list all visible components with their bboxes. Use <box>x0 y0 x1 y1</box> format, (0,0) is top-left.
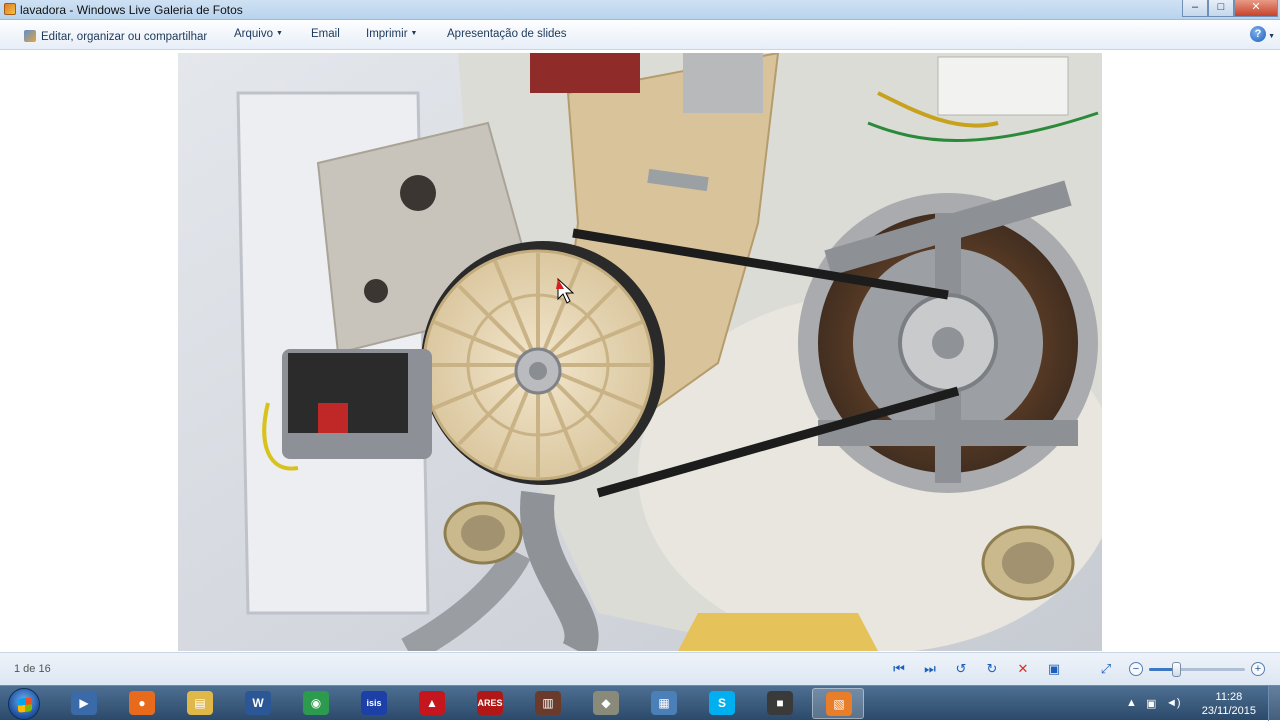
edit-icon <box>24 30 36 42</box>
chevron-down-icon[interactable]: ▼ <box>1268 33 1275 40</box>
movie-maker-icon: ■ <box>767 691 793 715</box>
fit-to-window-icon[interactable]: ⤢ <box>1097 661 1115 677</box>
zoom-in-button[interactable]: + <box>1251 662 1265 676</box>
slideshow-icon[interactable]: ▣ <box>1045 661 1063 677</box>
windows-logo-icon <box>18 697 32 713</box>
photo-counter: 1 de 16 <box>14 663 51 675</box>
taskbar-button[interactable]: ▶ <box>58 688 110 719</box>
window-controls: – □ ✕ <box>1182 0 1278 18</box>
menu-imprimir[interactable]: Imprimir ▼ <box>366 28 417 40</box>
photo-gallery-app-icon <box>4 3 16 15</box>
taskbar-button[interactable]: isis <box>348 688 400 719</box>
taskbar-button[interactable]: ● <box>116 688 168 719</box>
taskbar-button[interactable]: ▤ <box>174 688 226 719</box>
minimize-button[interactable]: – <box>1182 0 1208 17</box>
menu-label: Editar, organizar ou compartilhar <box>41 31 208 43</box>
photo-gallery-icon: ▧ <box>826 692 852 716</box>
next-icon[interactable]: ⏭ <box>921 661 939 677</box>
taskbar-button[interactable]: ▲ <box>406 688 458 719</box>
taskbar-button[interactable]: ■ <box>754 688 806 719</box>
skype-icon: S <box>709 691 735 715</box>
rotate-right-icon[interactable]: ↻ <box>983 661 1001 677</box>
photo-viewer <box>0 51 1280 652</box>
zoom-slider[interactable] <box>1149 662 1245 677</box>
menu-arquivo[interactable]: Arquivo ▼ <box>234 28 283 40</box>
zoom-slider-thumb[interactable] <box>1171 662 1181 677</box>
photo[interactable] <box>178 53 1102 651</box>
maximize-button[interactable]: □ <box>1208 0 1234 17</box>
acrobat-icon: ▲ <box>419 691 445 715</box>
chevron-down-icon: ▼ <box>276 30 283 37</box>
rotate-left-icon[interactable]: ↺ <box>952 661 970 677</box>
isis-icon: isis <box>361 691 387 715</box>
volume-icon[interactable]: ◄) <box>1166 697 1181 709</box>
title-bar: lavadora - Windows Live Galeria de Fotos… <box>0 0 1280 20</box>
taskbar: ▶ ● ▤ W ◉ isis ▲ ARES ▥ ◆ ▦ S ■ ▧ ▲ ▣ ◄) 11:28 23/11/… <box>0 685 1280 721</box>
chevron-down-icon: ▼ <box>410 30 418 37</box>
calculator-icon: ▦ <box>651 691 677 715</box>
menu-bar: Editar, organizar ou compartilhar Arquiv… <box>0 20 1280 50</box>
media-player-icon: ▶ <box>71 691 97 715</box>
help-icon[interactable]: ? <box>1250 26 1266 42</box>
menu-label: Email <box>311 28 340 40</box>
gimp-icon: ◆ <box>593 691 619 715</box>
ares-icon: ARES <box>477 691 503 715</box>
taskbar-button[interactable]: ▦ <box>638 688 690 719</box>
firefox-icon: ● <box>129 691 155 715</box>
taskbar-button[interactable]: ARES <box>464 688 516 719</box>
clock-time: 11:28 <box>1215 691 1243 703</box>
taskbar-button[interactable]: ◉ <box>290 688 342 719</box>
file-explorer-icon: ▤ <box>187 691 213 715</box>
menu-label: Imprimir <box>366 28 408 40</box>
clock[interactable]: 11:28 23/11/2015 <box>1202 690 1256 718</box>
network-icon[interactable]: ▣ <box>1146 697 1156 710</box>
zoom-out-button[interactable]: − <box>1129 662 1143 676</box>
window-title: lavadora - Windows Live Galeria de Fotos <box>20 3 243 17</box>
menu-label: Arquivo <box>234 28 273 40</box>
menu-email[interactable]: Email <box>311 28 340 40</box>
taskbar-button[interactable]: ▥ <box>522 688 574 719</box>
menu-slideshow[interactable]: Apresentação de slides <box>447 28 567 40</box>
show-desktop-button[interactable] <box>1268 686 1280 721</box>
menu-label: Apresentação de slides <box>447 28 567 40</box>
tray-up-arrow-icon[interactable]: ▲ <box>1126 697 1137 709</box>
taskbar-button[interactable]: ▧ <box>812 688 864 719</box>
start-button[interactable] <box>8 688 40 720</box>
photo-illustration <box>178 53 1102 651</box>
system-tray: ▲ ▣ ◄) 11:28 23/11/2015 <box>1120 686 1280 721</box>
taskbar-button[interactable]: ◆ <box>580 688 632 719</box>
clock-date: 23/11/2015 <box>1201 705 1256 717</box>
taskbar-button[interactable]: W <box>232 688 284 719</box>
navigation-bar: 1 de 16 ⏮ ⏭ ↺ ↻ ✕ ▣ ⤢ − + <box>0 652 1280 685</box>
menu-edit-organize-share[interactable]: Editar, organizar ou compartilhar <box>24 28 207 43</box>
navigation-controls: ⏮ ⏭ ↺ ↻ ✕ ▣ <box>890 661 1063 677</box>
previous-icon[interactable]: ⏮ <box>890 661 908 677</box>
word-icon: W <box>245 691 271 715</box>
chrome-icon: ◉ <box>303 691 329 715</box>
delete-icon[interactable]: ✕ <box>1014 661 1032 677</box>
book-reader-icon: ▥ <box>535 691 561 715</box>
taskbar-button[interactable]: S <box>696 688 748 719</box>
close-button[interactable]: ✕ <box>1234 0 1278 17</box>
